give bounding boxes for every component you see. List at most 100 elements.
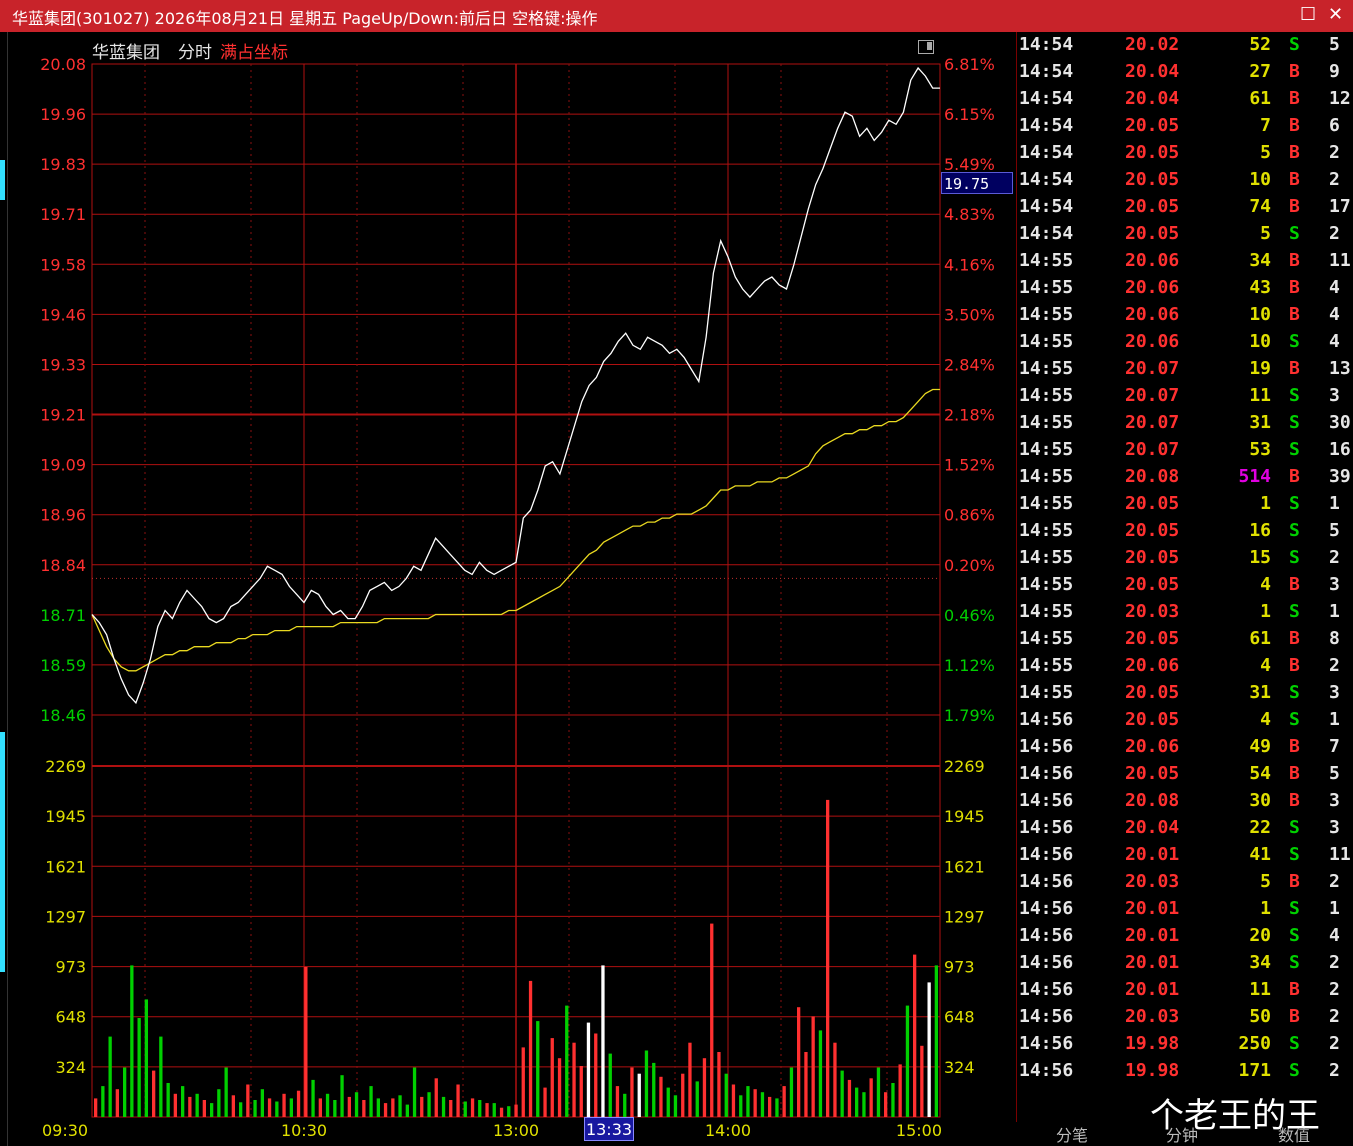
tick-time: 14:56 (1019, 1033, 1074, 1054)
tick-count: 2 (1329, 1033, 1340, 1054)
volume-bar (282, 1093, 286, 1117)
tick-volume: 34 (1249, 952, 1271, 973)
intraday-chart-panel[interactable]: 20.08 6.81% 19.96 6.15% 19.83 5.49% 19.71 4.83%… (8, 32, 1016, 1146)
tick-row: 14:55 20.05 1 S 1 (1017, 491, 1353, 518)
coord-mode-toggle[interactable]: 满占坐标 (220, 38, 288, 63)
tick-price: 20.03 (1125, 871, 1180, 892)
tick-volume: 52 (1249, 34, 1271, 55)
tick-side: B (1289, 169, 1300, 190)
tick-volume: 41 (1249, 844, 1271, 865)
tick-count: 2 (1329, 223, 1340, 244)
tick-time: 14:55 (1019, 385, 1074, 406)
volume-bar (637, 1073, 641, 1117)
volume-bar (572, 1042, 576, 1117)
tick-volume: 15 (1249, 547, 1271, 568)
volume-bar (369, 1086, 373, 1117)
tick-time: 14:56 (1019, 952, 1074, 973)
tick-volume: 10 (1249, 331, 1271, 352)
tick-price: 19.98 (1125, 1033, 1180, 1054)
tick-row: 14:55 20.05 31 S 3 (1017, 680, 1353, 707)
tick-time: 14:56 (1019, 1060, 1074, 1081)
tick-count: 2 (1329, 1060, 1340, 1081)
tick-count: 2 (1329, 952, 1340, 973)
volume-bar (543, 1087, 547, 1117)
tick-price: 20.05 (1125, 196, 1180, 217)
tick-count: 8 (1329, 628, 1340, 649)
tick-price: 20.07 (1125, 439, 1180, 460)
tick-time: 14:55 (1019, 628, 1074, 649)
tick-time: 14:56 (1019, 763, 1074, 784)
tick-time: 14:56 (1019, 844, 1074, 865)
tick-count: 1 (1329, 493, 1340, 514)
tick-side: B (1289, 736, 1300, 757)
tick-list[interactable]: 14:54 20.02 52 S 5 14:54 20.04 27 B 9 14:54 20.04 61… (1016, 32, 1353, 1122)
tick-count: 1 (1329, 898, 1340, 919)
tick-volume: 49 (1249, 736, 1271, 757)
tick-price: 20.05 (1125, 628, 1180, 649)
volume-bar (289, 1098, 293, 1117)
tick-time: 14:55 (1019, 466, 1074, 487)
volume-bar (811, 1016, 815, 1117)
volume-bar (550, 1038, 554, 1117)
volume-bar (354, 1092, 359, 1117)
tick-volume: 11 (1249, 979, 1271, 1000)
volume-bar (652, 1062, 656, 1117)
window-titlebar: 华蓝集团(301027) 2026年08月21日 星期五 PageUp/Down… (0, 0, 1353, 32)
tick-side: B (1289, 196, 1300, 217)
volume-bar (362, 1100, 366, 1117)
tick-row: 14:56 19.98 171 S 2 (1017, 1058, 1353, 1085)
tick-count: 2 (1329, 655, 1340, 676)
tick-row: 14:55 20.06 34 B 11 (1017, 248, 1353, 275)
tick-side: B (1289, 979, 1300, 1000)
tick-price: 20.04 (1125, 817, 1180, 838)
tick-price: 20.06 (1125, 331, 1180, 352)
volume-bar (702, 1058, 707, 1117)
tick-time: 14:56 (1019, 898, 1074, 919)
tick-count: 9 (1329, 61, 1340, 82)
tick-price: 20.06 (1125, 304, 1180, 325)
close-icon[interactable]: ✕ (1328, 4, 1343, 25)
chart-mode-label: 分时 (178, 43, 212, 63)
tab-ticks[interactable]: 分笔 (1056, 1122, 1088, 1146)
tick-price: 20.05 (1125, 142, 1180, 163)
volume-bar (260, 1089, 264, 1117)
price-tick-label: 19.21 (40, 406, 86, 425)
edge-marker (0, 732, 5, 972)
volume-bar (383, 1103, 388, 1117)
volume-bar (115, 1089, 119, 1117)
volume-bar (521, 1047, 525, 1117)
time-cursor-label: 13:33 (584, 1117, 634, 1141)
tick-price: 20.01 (1125, 844, 1180, 865)
tick-time: 14:56 (1019, 709, 1074, 730)
tick-volume: 16 (1249, 520, 1271, 541)
volume-bar (717, 1052, 721, 1117)
volume-bar (615, 1086, 620, 1117)
volume-bar (296, 1090, 301, 1117)
maximize-icon[interactable]: ☐ (1300, 4, 1316, 25)
volume-bar (267, 1098, 272, 1117)
panel-toggle-icon[interactable] (918, 40, 934, 54)
price-tick-label: 18.59 (40, 656, 86, 675)
tick-price: 20.04 (1125, 61, 1180, 82)
volume-bar (818, 1030, 823, 1117)
pct-tick-label: 1.12% (944, 656, 995, 675)
tick-price: 20.05 (1125, 169, 1180, 190)
volume-tick-label: 648 (944, 1008, 975, 1027)
pct-tick-label: 3.50% (944, 305, 995, 324)
volume-bar (478, 1100, 482, 1117)
volume-bar (695, 1081, 699, 1117)
tick-time: 14:54 (1019, 196, 1074, 217)
intraday-chart[interactable]: 20.08 6.81%19.96 6.15%19.83 5.49%19.71 4.83%… (8, 32, 1016, 1146)
tick-time: 14:55 (1019, 547, 1074, 568)
volume-bar (137, 1018, 141, 1117)
price-tick-label: 19.58 (40, 255, 86, 274)
volume-tick-label: 2269 (944, 757, 985, 776)
volume-bar (202, 1100, 206, 1117)
watermark-text: 个老王的王 (1150, 1096, 1320, 1136)
tick-row: 14:54 20.02 52 S 5 (1017, 32, 1353, 59)
pct-tick-label: 6.81% (944, 55, 995, 74)
volume-tick-label: 324 (944, 1058, 975, 1077)
volume-bar (681, 1073, 685, 1117)
volume-bar (724, 1073, 728, 1117)
tick-volume: 34 (1249, 250, 1271, 271)
